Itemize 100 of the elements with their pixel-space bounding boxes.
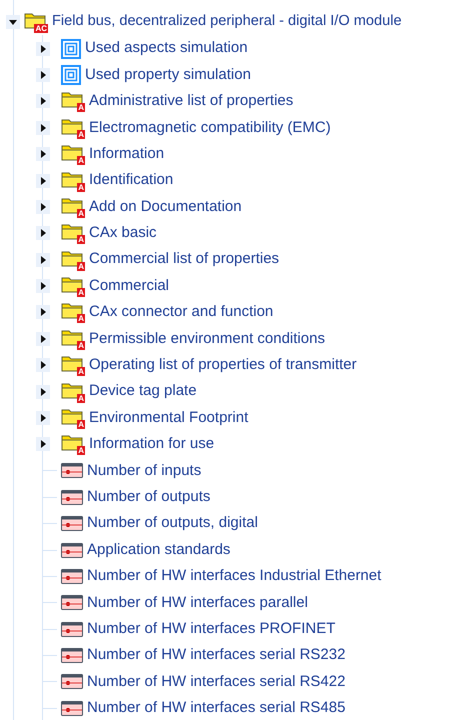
expander-toggle[interactable] — [36, 358, 50, 372]
expander-toggle[interactable] — [36, 174, 50, 188]
tree-node-label[interactable]: Administrative list of properties — [89, 90, 294, 113]
tree-node-label[interactable]: Number of HW interfaces serial RS232 — [87, 644, 346, 667]
tree-node-label[interactable]: Environmental Footprint — [89, 406, 248, 430]
tree-node-label[interactable]: Number of HW interfaces serial RS422 — [87, 670, 346, 694]
tree-node-label[interactable]: Number of HW interfaces Industrial Ethernet — [87, 565, 382, 588]
caret-right-icon — [39, 70, 47, 79]
folder-icon — [61, 196, 83, 214]
tree-node-label[interactable]: Information — [89, 142, 164, 166]
expander-toggle[interactable] — [36, 147, 50, 162]
tree-node-label[interactable]: Information for use — [89, 433, 214, 456]
caret-right-icon — [39, 229, 47, 238]
tree-node-label[interactable]: Electromagnetic compatibility (EMC) — [89, 116, 331, 139]
badge-label: A — [77, 314, 85, 324]
badge-label: A — [77, 235, 85, 244]
badge-label: A — [77, 156, 85, 166]
property-icon — [61, 542, 83, 558]
property-icon — [61, 622, 83, 637]
folder-icon — [61, 380, 83, 399]
caret-right-icon — [39, 176, 47, 185]
folder-icon — [61, 222, 83, 240]
expander-toggle[interactable] — [36, 68, 50, 82]
tree-node-label[interactable]: Identification — [89, 169, 174, 192]
caret-right-icon — [39, 150, 47, 158]
tree-node-label[interactable]: Used aspects simulation — [85, 37, 248, 60]
tree-node-label[interactable]: Device tag plate — [89, 380, 197, 403]
expander-toggle[interactable] — [36, 305, 50, 320]
tree-node-label[interactable]: Number of HW interfaces PROFINET — [87, 618, 336, 640]
caret-right-icon — [39, 124, 47, 132]
caret-right-icon — [39, 440, 47, 448]
caret-right-icon — [39, 282, 47, 290]
folder-icon — [61, 354, 83, 372]
caret-right-icon — [39, 388, 47, 396]
expander-toggle[interactable] — [36, 42, 50, 56]
tree-node-label[interactable]: Operating list of properties of transmitter — [89, 354, 357, 377]
tree-node-label[interactable]: Field bus, decentralized peripheral - digital I/O module — [52, 11, 402, 34]
expander-toggle[interactable] — [36, 332, 50, 346]
folder-icon — [61, 275, 83, 294]
tree-node-label[interactable]: Commercial list of properties — [89, 248, 280, 271]
tree-node-label[interactable]: Application standards — [87, 538, 230, 562]
folder-icon — [61, 116, 83, 135]
caret-down-icon — [9, 18, 17, 26]
folder-icon — [61, 301, 83, 320]
folder-icon — [61, 433, 83, 452]
folder-icon — [61, 328, 83, 346]
property-icon — [61, 516, 83, 532]
tree-node-label[interactable]: Permissible environment conditions — [89, 328, 325, 350]
expander-toggle[interactable] — [36, 226, 50, 240]
folder-icon — [61, 248, 83, 267]
badge-label: A — [77, 446, 85, 456]
caret-right-icon — [39, 44, 47, 53]
caret-right-icon — [39, 97, 47, 106]
folder-icon — [61, 90, 83, 108]
folder-icon — [61, 170, 83, 188]
badge-label: A — [77, 262, 85, 271]
tree-node-label[interactable]: CAx connector and function — [89, 301, 274, 324]
badge-label: A — [77, 103, 85, 112]
tree-node-label[interactable]: Number of outputs, digital — [87, 512, 258, 535]
property-icon — [61, 595, 83, 610]
folder-icon — [61, 143, 83, 162]
expander-toggle[interactable] — [36, 200, 50, 214]
property-icon — [61, 700, 83, 716]
tree-node-label[interactable]: Add on Documentation — [89, 196, 242, 218]
caret-right-icon — [39, 256, 47, 264]
badge-label: A — [77, 130, 85, 139]
caret-right-icon — [39, 308, 47, 316]
expander-toggle[interactable] — [36, 437, 50, 452]
expander-toggle[interactable] — [36, 120, 50, 135]
target-square-icon — [61, 38, 81, 59]
tree-node-label[interactable]: Number of HW interfaces serial RS485 — [87, 697, 346, 720]
tree-node-label[interactable]: CAx basic — [89, 222, 157, 245]
property-icon — [61, 674, 83, 690]
property-icon — [61, 648, 83, 664]
badge-label: A — [77, 394, 85, 403]
folder-icon — [61, 407, 83, 426]
badge-label: A — [77, 420, 85, 430]
badge-label: A — [77, 208, 85, 218]
target-square-icon — [61, 64, 81, 85]
caret-right-icon — [39, 334, 47, 343]
tree-node-label[interactable]: Number of HW interfaces parallel — [87, 592, 308, 614]
badge-label: AC — [34, 24, 48, 34]
expander-toggle[interactable] — [36, 94, 50, 108]
expander-toggle[interactable] — [36, 384, 50, 399]
badge-label: A — [77, 288, 85, 298]
badge-label: A — [77, 182, 85, 192]
badge-label: A — [77, 340, 85, 350]
tree-node-label[interactable]: Commercial — [89, 274, 170, 298]
caret-right-icon — [39, 361, 47, 370]
expander-toggle[interactable] — [36, 411, 50, 426]
expander-toggle[interactable] — [6, 15, 20, 30]
expander-toggle[interactable] — [36, 279, 50, 294]
property-icon — [61, 463, 83, 478]
property-icon — [61, 568, 83, 584]
tree-node-label[interactable]: Number of outputs — [87, 486, 210, 508]
expander-toggle[interactable] — [36, 252, 50, 267]
property-icon — [61, 490, 83, 505]
badge-label: A — [77, 367, 85, 376]
tree-node-label[interactable]: Used property simulation — [85, 64, 251, 86]
tree-node-label[interactable]: Number of inputs — [87, 460, 202, 482]
